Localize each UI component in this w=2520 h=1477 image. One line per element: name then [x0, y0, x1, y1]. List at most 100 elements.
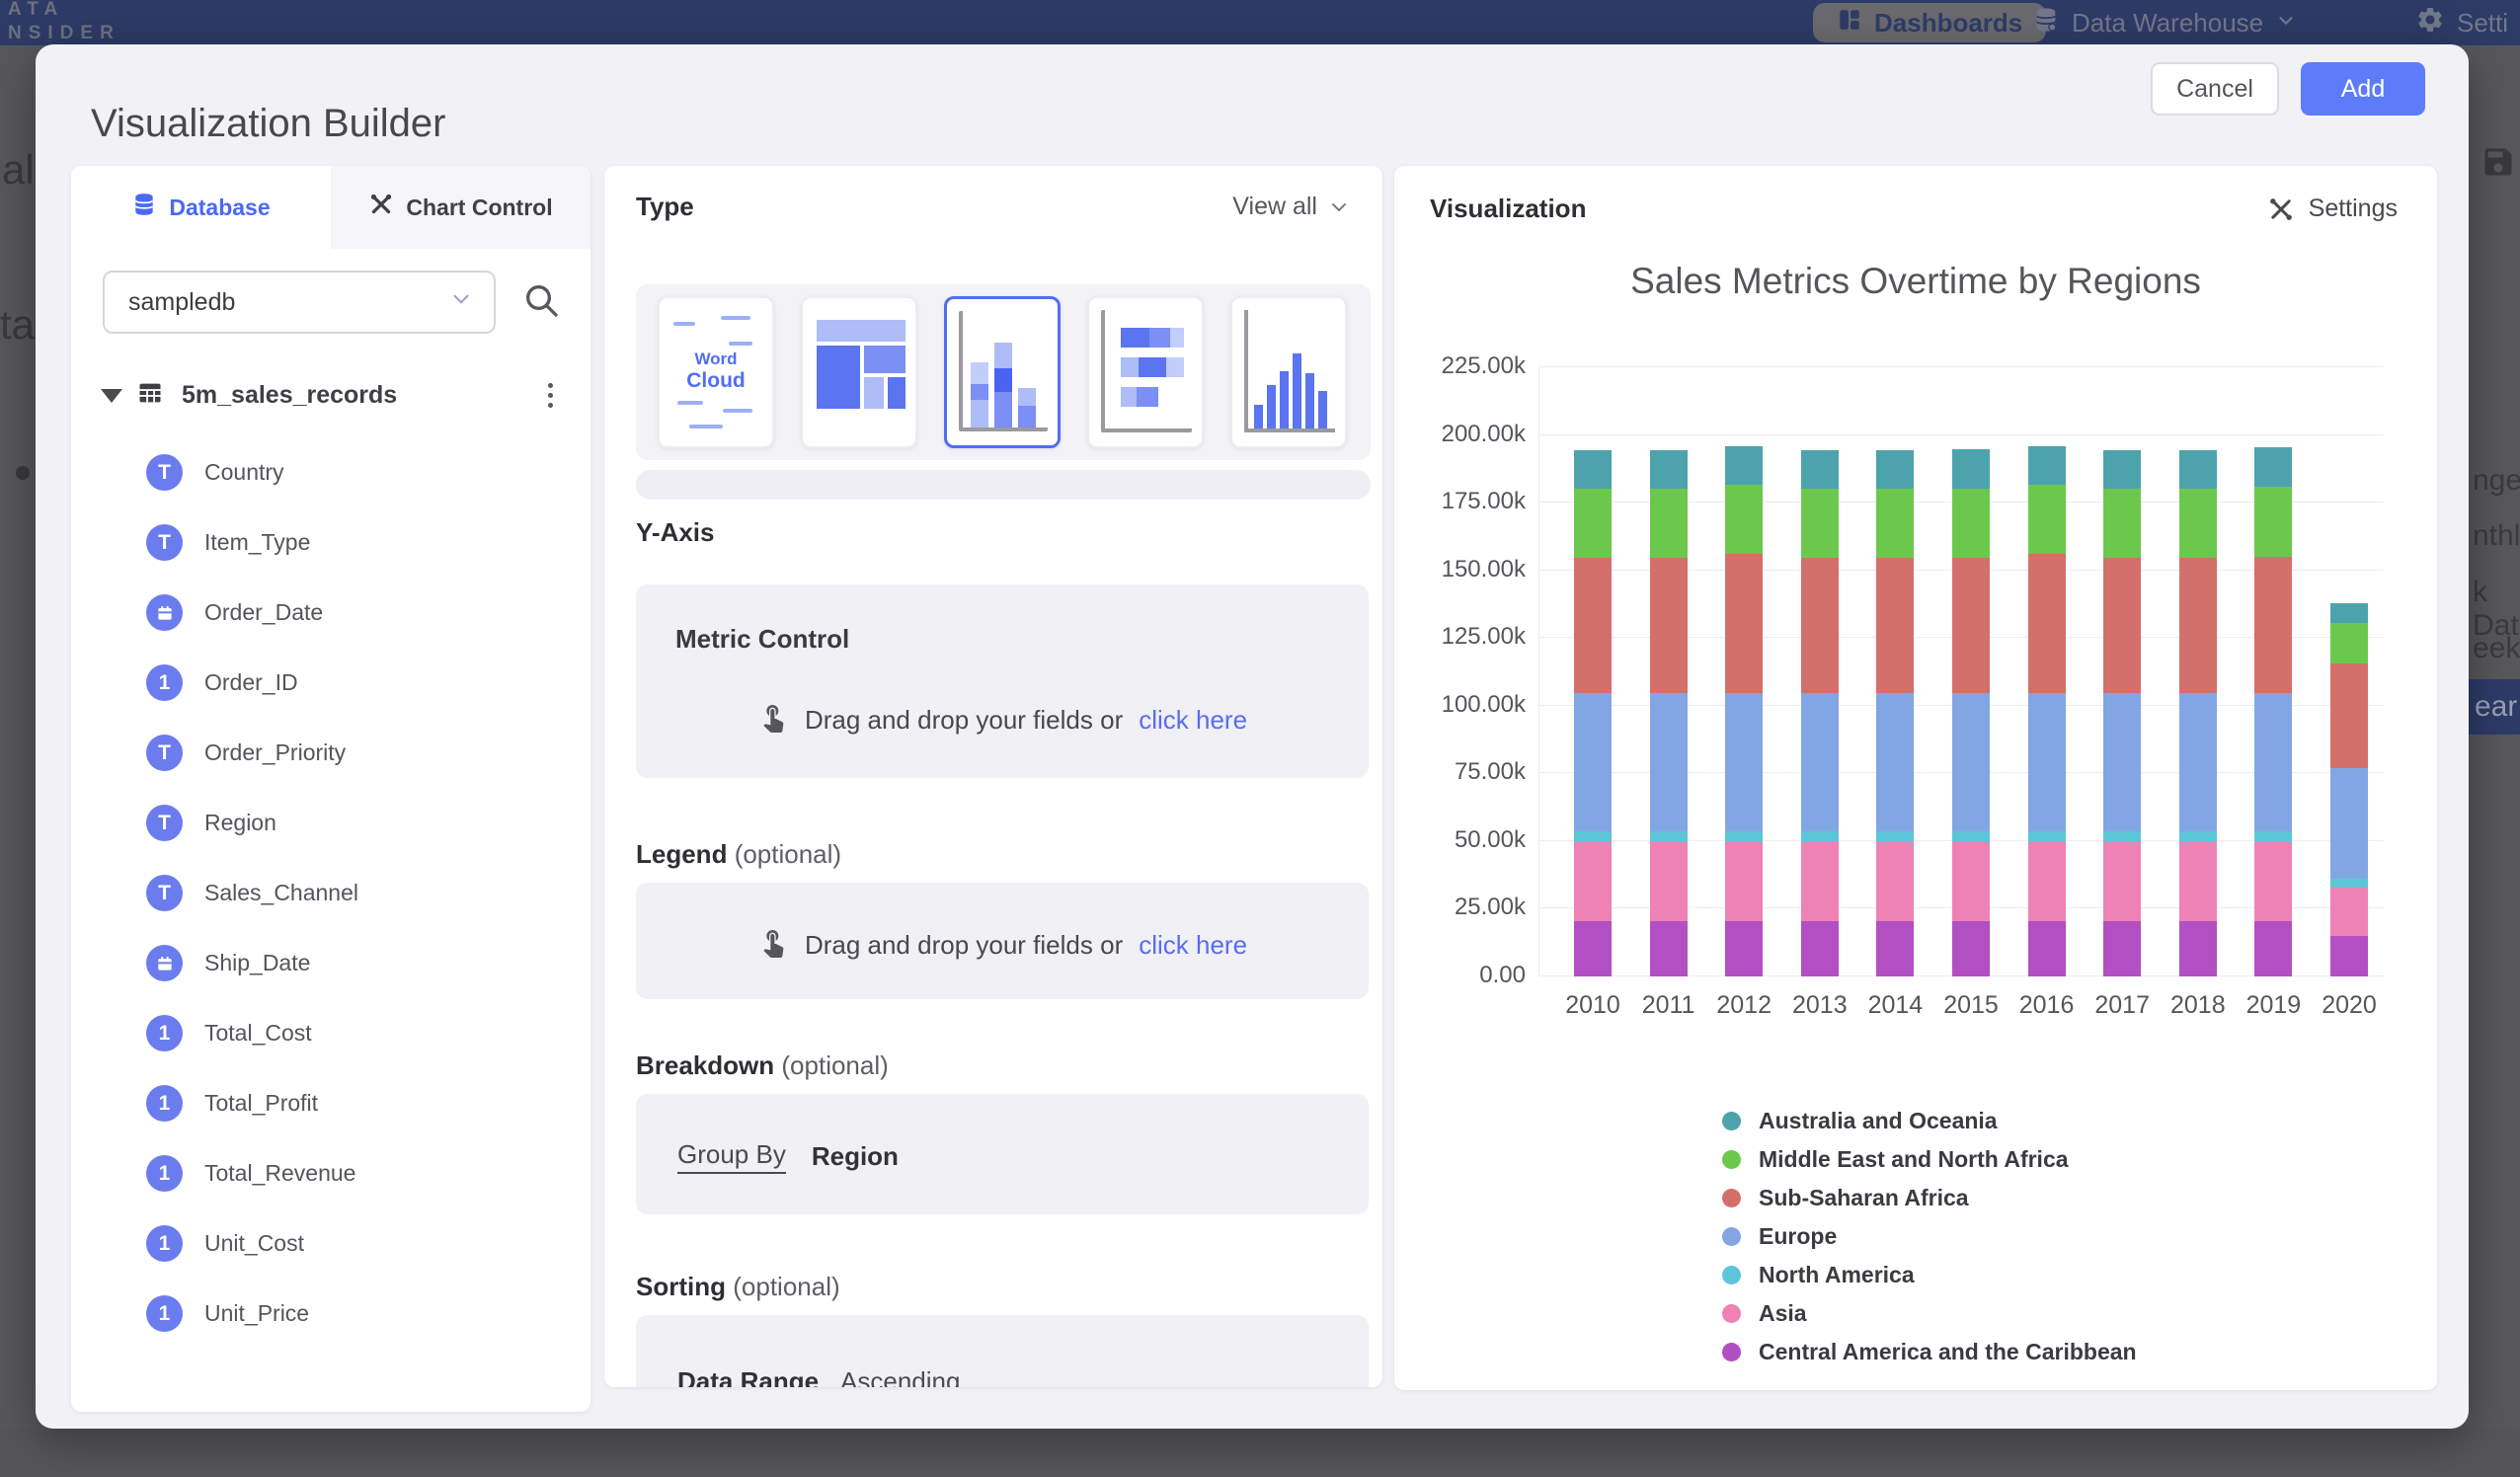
sorting-field[interactable]: Data Range — [677, 1366, 819, 1387]
field-item-region[interactable]: TRegion — [71, 788, 591, 858]
tab-database[interactable]: Database — [71, 166, 331, 249]
chart-legend: Australia and OceaniaMiddle East and Nor… — [1722, 1102, 2137, 1371]
bar-segment — [1725, 446, 1763, 486]
field-label: Total_Cost — [204, 1020, 312, 1047]
chart-settings-label: Settings — [2309, 194, 2398, 223]
stacked-bar-thumbnail — [1101, 310, 1192, 432]
view-all-button[interactable]: View all — [1232, 193, 1351, 221]
table-menu-kebab-icon[interactable] — [538, 379, 563, 412]
background-text-fragment: eekly — [2473, 632, 2520, 665]
y-axis-tick-label: 225.00k — [1417, 352, 1526, 380]
field-item-country[interactable]: TCountry — [71, 437, 591, 507]
legend-item[interactable]: Central America and the Caribbean — [1722, 1333, 2137, 1371]
field-label: Sales_Channel — [204, 880, 358, 906]
click-here-link[interactable]: click here — [1139, 705, 1247, 736]
nav-settings[interactable]: Setti — [2415, 0, 2508, 45]
tree-collapse-caret[interactable] — [101, 389, 122, 403]
field-label: Unit_Price — [204, 1300, 309, 1327]
bar-segment — [1801, 693, 1839, 831]
number-field-icon: 1 — [146, 1225, 183, 1262]
legend-item[interactable]: Sub-Saharan Africa — [1722, 1179, 2137, 1217]
nav-dashboards[interactable]: Dashboards — [1813, 3, 2046, 42]
field-item-order_priority[interactable]: TOrder_Priority — [71, 718, 591, 788]
legend-item[interactable]: Asia — [1722, 1294, 2137, 1333]
chart-type-card-stacked-column[interactable] — [944, 296, 1061, 448]
date-field-icon — [146, 945, 183, 981]
bar-segment — [2179, 450, 2217, 490]
chart-type-strip: Word Cloud — [636, 284, 1371, 460]
bar-segment — [1725, 921, 1763, 976]
legend-color-dot — [1722, 1266, 1741, 1284]
chart-settings-button[interactable]: Settings — [2267, 194, 2398, 223]
field-item-total_profit[interactable]: 1Total_Profit — [71, 1068, 591, 1138]
sorting-order[interactable]: Ascending — [840, 1366, 960, 1387]
legend-item[interactable]: North America — [1722, 1256, 2137, 1294]
bar-segment — [2179, 558, 2217, 693]
field-label: Item_Type — [204, 529, 310, 556]
field-item-total_revenue[interactable]: 1Total_Revenue — [71, 1138, 591, 1208]
database-select[interactable]: sampledb — [103, 271, 496, 334]
tab-chart-control[interactable]: Chart Control — [331, 166, 591, 249]
bar-segment — [2103, 831, 2141, 842]
legend-heading: Legend (optional) — [636, 839, 841, 870]
legend-item[interactable]: Australia and Oceania — [1722, 1102, 2137, 1140]
field-item-item_type[interactable]: TItem_Type — [71, 507, 591, 578]
bar-segment — [2028, 921, 2066, 976]
background-text-fragment: ta — [0, 301, 35, 349]
field-item-unit_price[interactable]: 1Unit_Price — [71, 1279, 591, 1349]
nav-dashboards-label: Dashboards — [1874, 8, 2022, 39]
bar-segment — [2028, 554, 2066, 693]
bar-segment — [2028, 485, 2066, 554]
background-text-fragment: nge — [2473, 464, 2520, 498]
bar-segment — [1876, 842, 1914, 921]
text-field-icon: T — [146, 735, 183, 771]
legend-item[interactable]: Europe — [1722, 1217, 2137, 1256]
bar-segment — [1876, 693, 1914, 831]
field-item-unit_cost[interactable]: 1Unit_Cost — [71, 1208, 591, 1279]
bar-segment — [2103, 693, 2141, 831]
click-here-link[interactable]: click here — [1139, 930, 1247, 961]
legend-dropzone[interactable]: Drag and drop your fields or click here — [636, 883, 1369, 999]
bar-segment — [1952, 842, 1990, 921]
visualization-builder-modal: Visualization Builder Cancel Add Databas… — [36, 44, 2469, 1429]
field-item-total_cost[interactable]: 1Total_Cost — [71, 998, 591, 1068]
field-item-sales_channel[interactable]: T Sales_Channel — [71, 858, 591, 928]
metric-control-dropzone[interactable]: Metric Control Drag and drop your fields… — [636, 584, 1369, 778]
legend-item[interactable]: Middle East and North Africa — [1722, 1140, 2137, 1179]
table-name[interactable]: 5m_sales_records — [182, 381, 524, 410]
field-item-order_id[interactable]: 1Order_ID — [71, 648, 591, 718]
bar-segment — [1801, 831, 1839, 842]
stacked-bar-2010 — [1574, 367, 1612, 976]
x-axis-tick-label: 2020 — [2305, 991, 2394, 1020]
tools-icon — [368, 192, 394, 223]
legend-color-dot — [1722, 1227, 1741, 1246]
chart-type-card-column[interactable] — [1230, 296, 1347, 448]
search-icon[interactable] — [521, 280, 561, 325]
bar-segment — [2330, 936, 2368, 976]
chart-type-card-word-cloud[interactable]: Word Cloud — [658, 296, 774, 448]
group-by-control[interactable]: Group By — [677, 1139, 786, 1174]
chart-type-scrollbar[interactable] — [636, 470, 1371, 500]
field-label: Country — [204, 459, 284, 486]
add-button[interactable]: Add — [2301, 62, 2425, 116]
bar-segment — [2179, 489, 2217, 558]
cancel-button[interactable]: Cancel — [2151, 62, 2279, 116]
tab-chart-control-label: Chart Control — [406, 194, 552, 221]
chart-type-card-stacked-bar[interactable] — [1087, 296, 1204, 448]
legend-label: Sub-Saharan Africa — [1759, 1185, 1969, 1211]
stacked-bar-2012 — [1725, 367, 1763, 976]
number-field-icon: 1 — [146, 1155, 183, 1192]
bar-segment — [2103, 558, 2141, 693]
text-field-icon: T — [146, 875, 183, 911]
background-highlighted-row: ear — [2469, 679, 2520, 735]
nav-data-warehouse[interactable]: Data Warehouse — [2032, 0, 2297, 45]
background-bullet — [16, 466, 30, 480]
field-item-order_date[interactable]: Order_Date — [71, 578, 591, 648]
chart-type-card-treemap[interactable] — [801, 296, 917, 448]
stacked-bar-2017 — [2103, 367, 2141, 976]
group-by-value[interactable]: Region — [812, 1141, 899, 1172]
bar-segment — [1952, 831, 1990, 842]
bar-segment — [1952, 449, 1990, 489]
sorting-heading: Sorting (optional) — [636, 1272, 840, 1302]
field-item-ship_date[interactable]: Ship_Date — [71, 928, 591, 998]
